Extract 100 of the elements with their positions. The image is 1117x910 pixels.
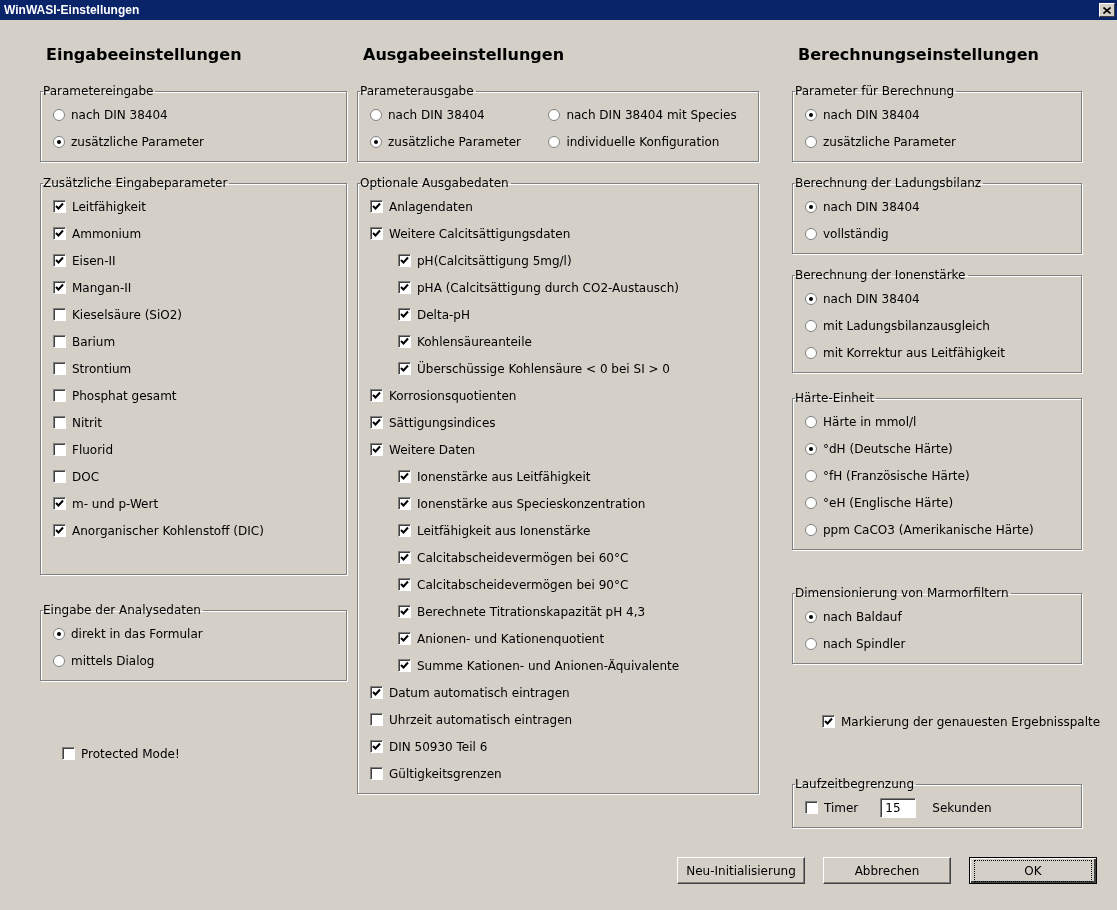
checkbox-label[interactable]: Überschüssige Kohlensäure < 0 bei SI > 0 bbox=[417, 361, 670, 376]
checkbox[interactable] bbox=[53, 470, 66, 483]
checkbox-label[interactable]: Summe Kationen- und Anionen-Äquivalente bbox=[417, 658, 680, 673]
checkbox-label[interactable]: Ionenstärke aus Leitfähigkeit bbox=[417, 469, 591, 484]
checkbox[interactable] bbox=[53, 335, 66, 348]
checkbox-label[interactable]: Weitere Daten bbox=[389, 442, 476, 457]
checkbox[interactable] bbox=[398, 497, 411, 510]
radio-button[interactable] bbox=[805, 523, 817, 536]
checkbox-label[interactable]: Uhrzeit automatisch eintragen bbox=[389, 712, 573, 727]
checkbox[interactable] bbox=[370, 200, 383, 213]
checkbox[interactable] bbox=[398, 659, 411, 672]
radio-button[interactable] bbox=[370, 135, 382, 148]
close-button[interactable] bbox=[1099, 3, 1115, 17]
radio-button[interactable] bbox=[805, 200, 817, 213]
radio-label[interactable]: nach DIN 38404 bbox=[823, 107, 920, 122]
checkbox[interactable] bbox=[370, 416, 383, 429]
radio-button[interactable] bbox=[805, 227, 817, 240]
checkbox-label[interactable]: Phosphat gesamt bbox=[72, 388, 177, 403]
checkbox-label[interactable]: Barium bbox=[72, 334, 116, 349]
radio-label[interactable]: zusätzliche Parameter bbox=[388, 134, 521, 149]
checkbox[interactable] bbox=[53, 389, 66, 402]
checkbox[interactable] bbox=[53, 524, 66, 537]
radio-button[interactable] bbox=[53, 108, 65, 121]
radio-button[interactable] bbox=[805, 415, 817, 428]
radio-button[interactable] bbox=[370, 108, 382, 121]
checkbox-label[interactable]: Nitrit bbox=[72, 415, 102, 430]
radio-button[interactable] bbox=[53, 627, 65, 640]
checkbox-label[interactable]: Ammonium bbox=[72, 226, 142, 241]
radio-label[interactable]: °eH (Englische Härte) bbox=[823, 495, 954, 510]
checkbox[interactable] bbox=[822, 715, 835, 728]
radio-label[interactable]: nach Spindler bbox=[823, 636, 906, 651]
checkbox[interactable] bbox=[370, 713, 383, 726]
checkbox[interactable] bbox=[62, 747, 75, 760]
checkbox[interactable] bbox=[53, 416, 66, 429]
checkbox[interactable] bbox=[398, 281, 411, 294]
radio-label[interactable]: individuelle Konfiguration bbox=[566, 134, 720, 149]
checkbox[interactable] bbox=[370, 389, 383, 402]
checkbox[interactable] bbox=[398, 524, 411, 537]
checkbox-label[interactable]: Kohlensäureanteile bbox=[417, 334, 532, 349]
checkbox-label[interactable]: Markierung der genauesten Ergebnisspalte bbox=[841, 714, 1101, 729]
radio-button[interactable] bbox=[805, 292, 817, 305]
radio-button[interactable] bbox=[805, 346, 817, 359]
radio-button[interactable] bbox=[805, 496, 817, 509]
checkbox-label[interactable]: Sättigungsindices bbox=[389, 415, 496, 430]
radio-label[interactable]: Härte in mmol/l bbox=[823, 414, 917, 429]
checkbox-label[interactable]: DIN 50930 Teil 6 bbox=[389, 739, 488, 754]
checkbox[interactable] bbox=[370, 767, 383, 780]
radio-button[interactable] bbox=[53, 654, 65, 667]
checkbox-label[interactable]: Korrosionsquotienten bbox=[389, 388, 517, 403]
checkbox[interactable] bbox=[398, 578, 411, 591]
checkbox-label[interactable]: Protected Mode! bbox=[81, 746, 180, 761]
radio-button[interactable] bbox=[805, 135, 817, 148]
radio-button[interactable] bbox=[548, 108, 561, 121]
radio-label[interactable]: nach DIN 38404 bbox=[388, 107, 485, 122]
checkbox[interactable] bbox=[398, 308, 411, 321]
radio-button[interactable] bbox=[805, 442, 817, 455]
checkbox-label[interactable]: Anorganischer Kohlenstoff (DIC) bbox=[72, 523, 264, 538]
checkbox-label[interactable]: DOC bbox=[72, 469, 100, 484]
checkbox-label[interactable]: Calcitabscheidevermögen bei 90°C bbox=[417, 577, 629, 592]
checkbox-label[interactable]: Eisen-II bbox=[72, 253, 116, 268]
checkbox[interactable] bbox=[53, 308, 66, 321]
checkbox-label[interactable]: Strontium bbox=[72, 361, 132, 376]
checkbox[interactable] bbox=[398, 470, 411, 483]
checkbox[interactable] bbox=[53, 362, 66, 375]
checkbox-label[interactable]: Anionen- und Kationenquotient bbox=[417, 631, 605, 646]
radio-button[interactable] bbox=[805, 108, 817, 121]
checkbox-label[interactable]: Datum automatisch eintragen bbox=[389, 685, 570, 700]
checkbox-label[interactable]: Leitfähigkeit aus Ionenstärke bbox=[417, 523, 591, 538]
radio-label[interactable]: ppm CaCO3 (Amerikanische Härte) bbox=[823, 522, 1034, 537]
checkbox[interactable] bbox=[53, 281, 66, 294]
radio-label[interactable]: nach DIN 38404 mit Species bbox=[566, 107, 737, 122]
checkbox-label[interactable]: Kieselsäure (SiO2) bbox=[72, 307, 183, 322]
checkbox-label[interactable]: pH(Calcitsättigung 5mg/l) bbox=[417, 253, 572, 268]
checkbox[interactable] bbox=[53, 497, 66, 510]
checkbox[interactable] bbox=[805, 801, 818, 814]
checkbox[interactable] bbox=[53, 254, 66, 267]
radio-label[interactable]: mittels Dialog bbox=[71, 653, 155, 668]
checkbox-label[interactable]: Weitere Calcitsättigungsdaten bbox=[389, 226, 571, 241]
checkbox-label[interactable]: Calcitabscheidevermögen bei 60°C bbox=[417, 550, 629, 565]
radio-label[interactable]: zusätzliche Parameter bbox=[71, 134, 204, 149]
radio-label[interactable]: °fH (Französische Härte) bbox=[823, 468, 970, 483]
checkbox[interactable] bbox=[370, 686, 383, 699]
checkbox-label[interactable]: Gültigkeitsgrenzen bbox=[389, 766, 502, 781]
radio-label[interactable]: nach DIN 38404 bbox=[823, 291, 920, 306]
checkbox[interactable] bbox=[398, 632, 411, 645]
checkbox[interactable] bbox=[53, 443, 66, 456]
radio-button[interactable] bbox=[548, 135, 561, 148]
checkbox[interactable] bbox=[398, 254, 411, 267]
radio-label[interactable]: vollständig bbox=[823, 226, 889, 241]
dialog-button[interactable]: Abbrechen bbox=[823, 857, 951, 884]
checkbox-label[interactable]: pHA (Calcitsättigung durch CO2-Austausch) bbox=[417, 280, 679, 295]
checkbox-label[interactable]: Ionenstärke aus Specieskonzentration bbox=[417, 496, 646, 511]
checkbox[interactable] bbox=[370, 740, 383, 753]
checkbox-label[interactable]: Delta-pH bbox=[417, 307, 470, 322]
radio-button[interactable] bbox=[805, 610, 817, 623]
radio-button[interactable] bbox=[805, 319, 817, 332]
radio-label[interactable]: °dH (Deutsche Härte) bbox=[823, 441, 953, 456]
checkbox[interactable] bbox=[53, 200, 66, 213]
checkbox-label[interactable]: m- und p-Wert bbox=[72, 496, 159, 511]
radio-label[interactable]: nach Baldauf bbox=[823, 609, 902, 624]
